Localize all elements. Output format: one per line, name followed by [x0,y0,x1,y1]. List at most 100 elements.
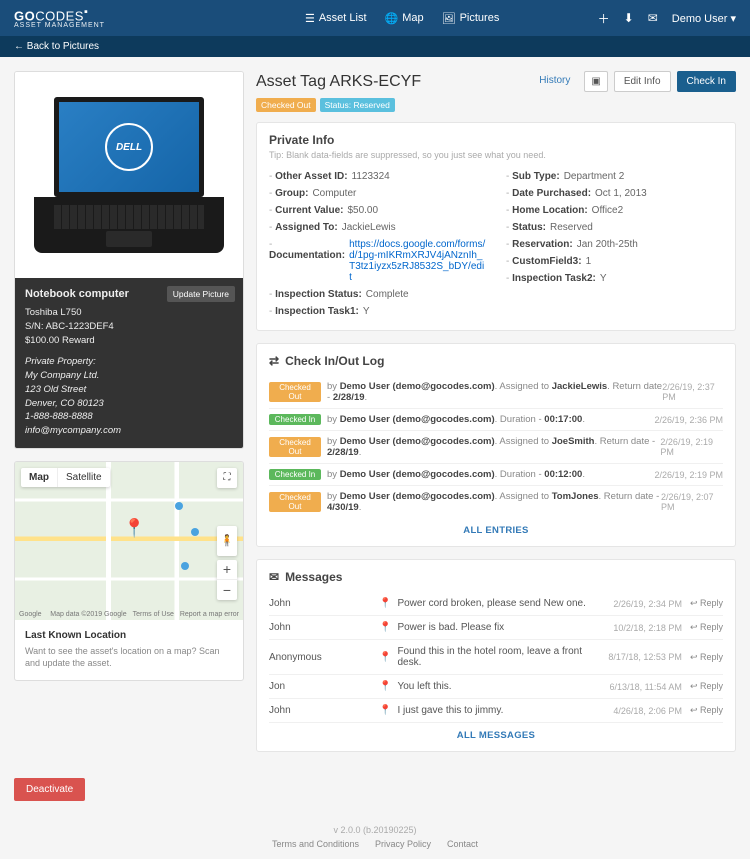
messages-section: ✉Messages John📍Power cord broken, please… [256,559,736,752]
update-picture-button[interactable]: Update Picture [167,286,235,302]
message-timestamp: 2/26/19, 2:34 PM [613,599,682,609]
reply-button[interactable]: ↩ Reply [690,598,723,609]
info-row: Date Purchased:Oct 1, 2013 [506,185,723,202]
envelope-icon: ✉ [269,570,279,584]
reply-button[interactable]: ↩ Reply [690,705,723,716]
message-sender: John [269,622,379,633]
download-icon[interactable]: ⬇ [624,11,634,25]
message-sender: Anonymous [269,652,379,663]
pin-icon: 📍 [379,622,391,633]
message-timestamp: 8/17/18, 12:53 PM [608,652,682,662]
message-sender: John [269,705,379,716]
log-row: Checked In by Demo User (demo@gocodes.co… [269,464,723,486]
all-messages-link[interactable]: ALL MESSAGES [457,730,535,741]
message-row: Anonymous📍 Found this in the hotel room, … [269,640,723,675]
message-sender: Jon [269,681,379,692]
map-pegman[interactable]: 🧍 [217,526,237,556]
nav-asset-list[interactable]: ☰Asset List [305,12,367,25]
nav-pictures[interactable]: 🖼Pictures [442,12,500,25]
user-menu[interactable]: Demo User ▾ [672,12,736,25]
asset-image-card: DELL Update Picture Notebook computer To… [14,71,244,449]
message-body: Power is bad. Please fix [397,622,613,633]
message-body: You left this. [397,681,609,692]
log-row: Checked In by Demo User (demo@gocodes.co… [269,409,723,431]
message-row: John📍I just gave this to jimmy.4/26/18, … [269,699,723,723]
footer-terms-link[interactable]: Terms and Conditions [272,839,359,849]
private-info-tip: Tip: Blank data-fields are suppressed, s… [269,150,723,160]
message-row: John📍Power is bad. Please fix10/2/18, 2:… [269,616,723,640]
message-body: Power cord broken, please send New one. [397,598,613,609]
info-row: Group:Computer [269,185,486,202]
message-body: Found this in the hotel room, leave a fr… [397,646,608,668]
check-in-button[interactable]: Check In [677,71,736,92]
reply-button[interactable]: ↩ Reply [690,622,723,633]
deactivate-button[interactable]: Deactivate [14,778,85,801]
map-attr-data: Map data ©2019 Google [50,611,126,618]
log-row: Checked Out by Demo User (demo@gocodes.c… [269,486,723,518]
message-body: I just gave this to jimmy. [397,705,613,716]
log-timestamp: 2/26/19, 2:19 PM [654,470,723,480]
info-row: Home Location:Office2 [506,202,723,219]
arrow-left-icon: ← [14,41,24,52]
pictures-icon: 🖼 [442,12,456,25]
info-row: Inspection Task1:Y [269,303,486,320]
private-info-section: Private Info Tip: Blank data-fields are … [256,122,736,331]
all-entries-link[interactable]: ALL ENTRIES [463,525,528,536]
info-row: Sub Type:Department 2 [506,168,723,185]
back-link[interactable]: ← Back to Pictures [14,41,99,52]
qr-button[interactable]: ▣ [584,71,607,92]
map-zoom-out[interactable]: − [217,580,237,600]
reply-button[interactable]: ↩ Reply [690,681,723,692]
info-row: Inspection Status:Complete [269,286,486,303]
company-address2: Denver, CO 80123 [25,397,233,411]
asset-model: Toshiba L750 [25,306,233,320]
pin-icon: 📍 [379,681,391,692]
message-row: John📍Power cord broken, please send New … [269,592,723,616]
qr-icon: ▣ [591,76,600,87]
message-timestamp: 4/26/18, 2:06 PM [613,706,682,716]
map-canvas[interactable]: 📍 Map Satellite ⛶ 🧍 + − Google Map data … [15,462,243,620]
map-zoom-in[interactable]: + [217,560,237,580]
message-row: Jon📍 You left this.6/13/18, 11:54 AM ↩ Rep… [269,675,723,699]
map-type-satellite[interactable]: Satellite [58,468,110,487]
footer: v 2.0.0 (b.20190225) Terms and Condition… [0,815,750,859]
list-icon: ☰ [305,12,315,25]
history-link[interactable]: History [531,71,578,92]
private-info-heading: Private Info [269,133,723,147]
log-timestamp: 2/26/19, 2:19 PM [660,437,723,457]
documentation-link[interactable]: https://docs.google.com/forms/d/1pg-mIKR… [349,239,485,283]
map-title: Last Known Location [25,630,233,641]
info-row: Reservation:Jan 20th-25th [506,236,723,253]
pin-icon: 📍 [379,652,391,663]
footer-privacy-link[interactable]: Privacy Policy [375,839,431,849]
map-fullscreen-button[interactable]: ⛶ [217,468,237,488]
log-badge: Checked Out [269,382,321,402]
map-marker-icon: 📍 [123,518,145,539]
log-row: Checked Out by Demo User (demo@gocodes.c… [269,376,723,409]
mail-icon[interactable]: ✉ [648,11,658,25]
footer-contact-link[interactable]: Contact [447,839,478,849]
log-badge: Checked In [269,469,321,480]
map-terms-link[interactable]: Terms of Use [133,611,174,618]
app-header: GOCODES▪ ASSET MANAGEMENT ☰Asset List 🌐M… [0,0,750,36]
log-row: Checked Out by Demo User (demo@gocodes.c… [269,431,723,464]
company-address1: 123 Old Street [25,383,233,397]
asset-serial: S/N: ABC-1223DEF4 [25,320,233,334]
asset-image: DELL [15,72,243,278]
brand-logo[interactable]: GOCODES▪ ASSET MANAGEMENT [14,7,105,29]
log-badge: Checked In [269,414,321,425]
message-timestamp: 6/13/18, 11:54 AM [610,682,682,692]
log-timestamp: 2/26/19, 2:37 PM [662,382,723,402]
asset-reward: $100.00 Reward [25,334,233,348]
company-email: info@mycompany.com [25,424,233,438]
add-icon[interactable]: ＋ [598,10,610,27]
reply-button[interactable]: ↩ Reply [690,652,723,663]
edit-info-button[interactable]: Edit Info [614,71,671,92]
map-google-logo: Google [19,611,42,618]
map-report-link[interactable]: Report a map error [180,611,239,618]
company-name: My Company Ltd. [25,369,233,383]
map-type-map[interactable]: Map [21,468,58,487]
nav-map[interactable]: 🌐Map [385,12,424,25]
exchange-icon: ⇄ [269,354,279,368]
info-row: Inspection Task2:Y [506,270,723,287]
